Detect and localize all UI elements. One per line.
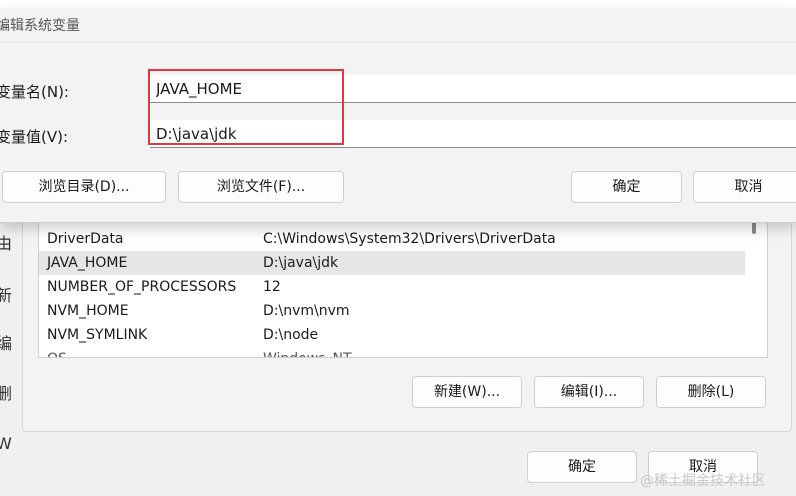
system-variables-list[interactable]: DriverData C:\Windows\System32\Drivers\D… <box>38 210 768 358</box>
variable-name-label: 变量名(N): <box>0 83 69 101</box>
variable-name: DriverData <box>47 231 124 247</box>
side-glyph: 新 <box>0 286 13 305</box>
variable-value: D:\java\jdk <box>263 255 339 271</box>
variable-value: D:\node <box>263 327 319 343</box>
variable-value: C:\Windows\System32\Drivers\DriverData <box>263 231 556 247</box>
variable-value: 12 <box>263 279 281 295</box>
window-ok-button[interactable]: 确定 <box>527 451 637 483</box>
list-item[interactable]: OS Windows_NT <box>39 347 745 357</box>
variable-value-input[interactable] <box>150 120 796 148</box>
edit-variable-button[interactable]: 编辑(I)... <box>534 376 644 408</box>
title-separator <box>0 42 796 43</box>
browse-directory-button[interactable]: 浏览目录(D)... <box>2 171 166 203</box>
variable-value-label: 变量值(V): <box>0 128 69 146</box>
watermark: @稀土掘金技术社区 <box>640 473 766 489</box>
side-glyph: 删 <box>0 384 13 403</box>
side-glyph: 由 <box>0 234 13 253</box>
list-item[interactable]: NVM_SYMLINK D:\node <box>39 323 745 347</box>
dialog-ok-button[interactable]: 确定 <box>571 171 682 203</box>
delete-variable-button[interactable]: 删除(L) <box>656 376 766 408</box>
variable-name-input[interactable] <box>150 75 796 103</box>
edit-system-variable-dialog: 编辑系统变量 变量名(N): 变量值(V): 浏览目录(D)... 浏览文件(F… <box>0 8 796 223</box>
new-variable-button[interactable]: 新建(W)... <box>412 376 522 408</box>
list-scrollbar[interactable] <box>744 210 766 356</box>
variable-name: JAVA_HOME <box>47 255 128 271</box>
dialog-title: 编辑系统变量 <box>0 18 80 34</box>
side-glyph: 编 <box>0 334 13 353</box>
list-item[interactable]: NUMBER_OF_PROCESSORS 12 <box>39 275 745 299</box>
dialog-cancel-button[interactable]: 取消 <box>693 171 796 203</box>
variable-name: NVM_HOME <box>47 303 129 319</box>
variable-name: NUMBER_OF_PROCESSORS <box>47 279 237 295</box>
variable-value: D:\nvm\nvm <box>263 303 350 319</box>
list-item[interactable]: NVM_HOME D:\nvm\nvm <box>39 299 745 323</box>
list-item[interactable]: DriverData C:\Windows\System32\Drivers\D… <box>39 227 745 251</box>
browse-file-button[interactable]: 浏览文件(F)... <box>178 171 344 203</box>
variable-value: Windows_NT <box>263 347 352 357</box>
variable-name: OS <box>47 347 67 357</box>
list-item-selected[interactable]: JAVA_HOME D:\java\jdk <box>39 251 745 275</box>
variable-name: NVM_SYMLINK <box>47 327 148 343</box>
side-glyph: W <box>0 434 12 453</box>
